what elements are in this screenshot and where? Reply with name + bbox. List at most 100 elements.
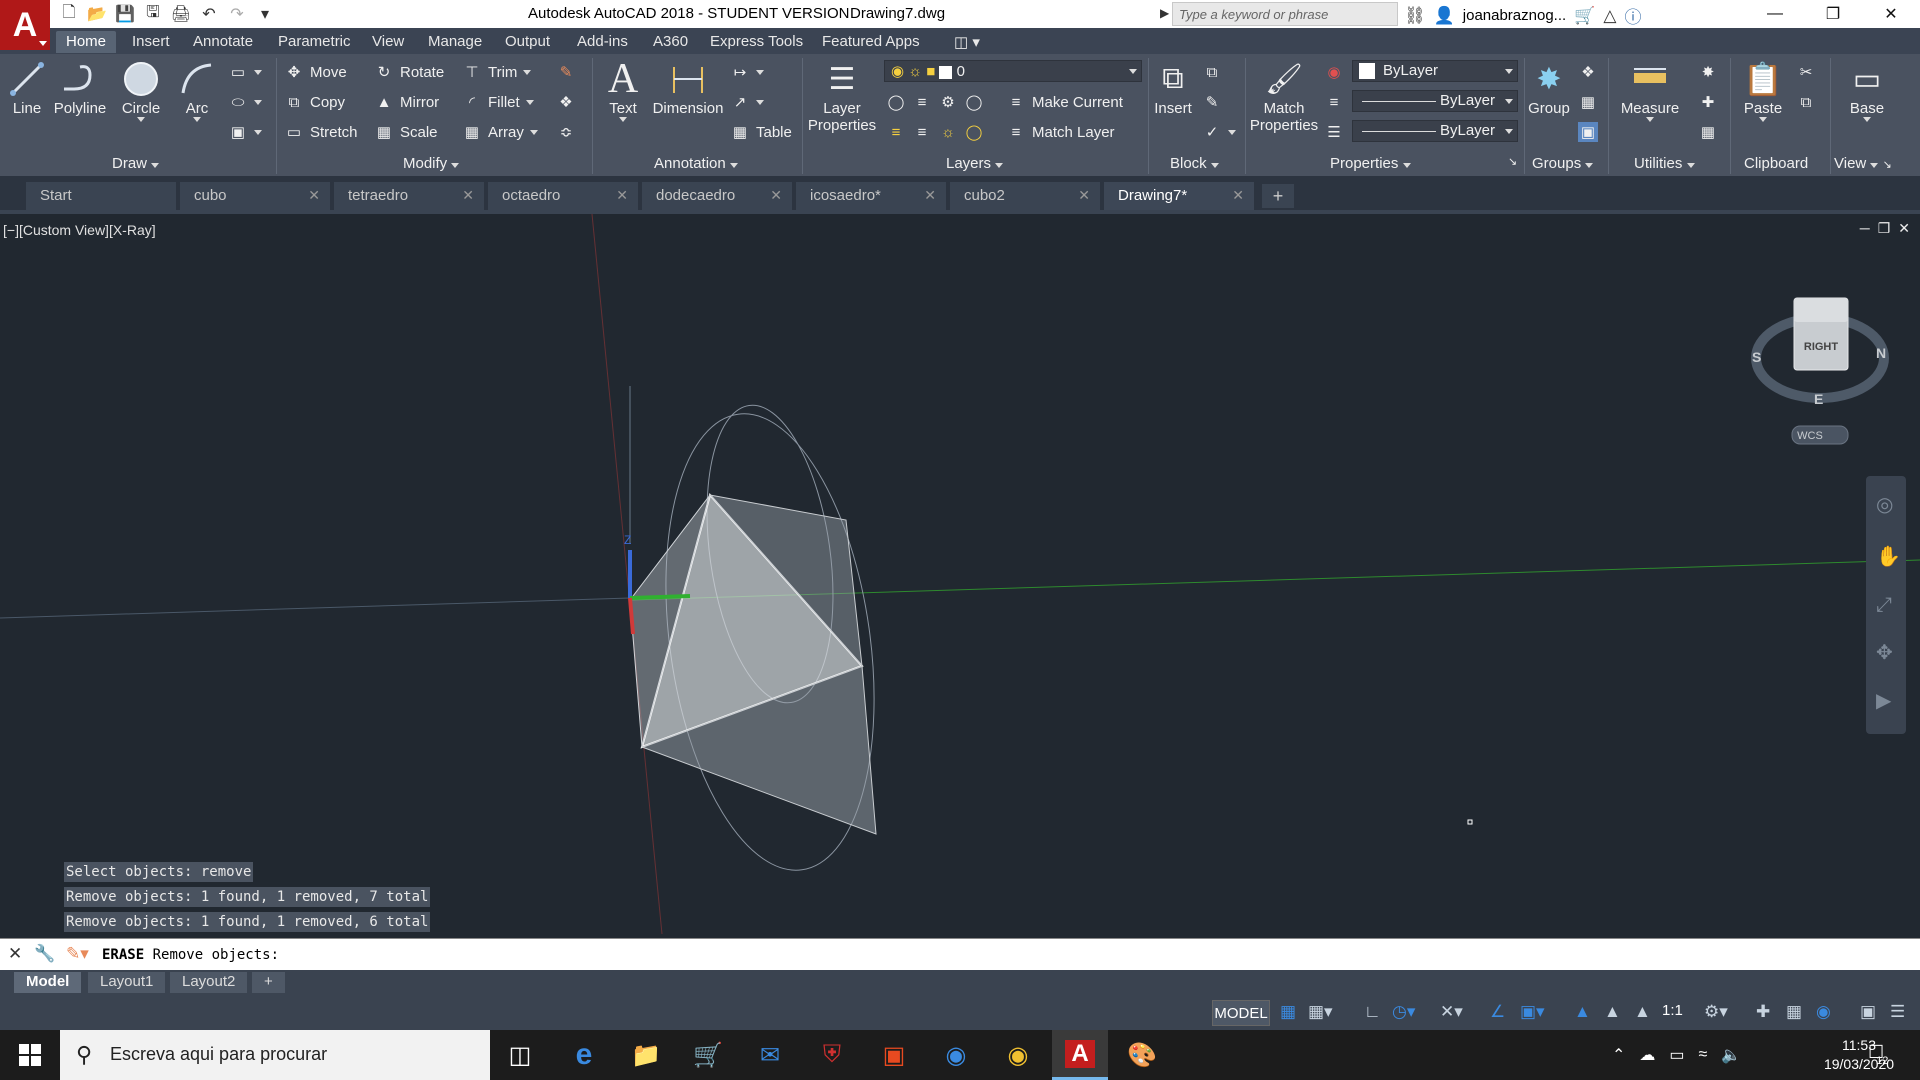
offset-button[interactable]: ≎ xyxy=(556,122,576,142)
help-search-input[interactable]: Type a keyword or phrase xyxy=(1172,2,1398,26)
showmotion-icon[interactable]: ▶ xyxy=(1876,688,1891,713)
arc-dropdown-icon[interactable] xyxy=(193,117,201,122)
edit-block-button[interactable]: ✎ xyxy=(1202,92,1222,112)
close-tab-icon[interactable]: ✕ xyxy=(770,187,782,204)
modify-panel-label[interactable]: Modify xyxy=(403,155,460,175)
tab-annotate[interactable]: Annotate xyxy=(183,31,263,53)
polyline-button[interactable]: Polyline xyxy=(54,58,106,117)
customization-menu-icon[interactable]: ☰ xyxy=(1890,1002,1905,1022)
autodesk-a360-icon[interactable]: △ xyxy=(1603,6,1616,26)
taskbar-search-input[interactable]: ⚲ Escreva aqui para procurar xyxy=(60,1030,490,1080)
mail-icon[interactable]: ✉ xyxy=(742,1030,798,1080)
cart-icon[interactable]: 🛒 xyxy=(1574,6,1595,26)
close-tab-icon[interactable]: ✕ xyxy=(1078,187,1090,204)
task-view-icon[interactable]: ◫ xyxy=(492,1030,548,1080)
paint-icon[interactable]: 🎨 xyxy=(1114,1030,1170,1080)
file-tab-dodecaedro[interactable]: dodecaedro ✕ xyxy=(642,182,792,210)
layout-tab-model[interactable]: Model xyxy=(14,972,82,993)
snap-icon[interactable]: ▦▾ xyxy=(1308,1002,1333,1022)
erase-button[interactable]: ✎ xyxy=(556,62,576,82)
explode-button[interactable]: ❖ xyxy=(556,92,576,112)
viewport-restore-icon[interactable]: ❐ xyxy=(1878,220,1891,237)
file-explorer-icon[interactable]: 📁 xyxy=(618,1030,674,1080)
hatch-button[interactable]: ⬭ xyxy=(228,92,262,112)
file-tab-cubo[interactable]: cubo ✕ xyxy=(180,182,330,210)
close-command-line-icon[interactable]: ✕ xyxy=(8,944,22,964)
close-tab-icon[interactable]: ✕ xyxy=(1232,187,1244,204)
viewport-close-icon[interactable]: ✕ xyxy=(1898,220,1910,237)
layer-tools-row-2[interactable]: ≡ ≡ ☼ ◯ xyxy=(886,122,984,142)
wifi-icon[interactable]: ≈ xyxy=(1699,1046,1708,1064)
zoom-extents-icon[interactable]: ⤢ xyxy=(1876,594,1892,617)
file-tab-cubo2[interactable]: cubo2 ✕ xyxy=(950,182,1100,210)
minimize-window-button[interactable]: — xyxy=(1746,0,1804,28)
fillet-button[interactable]: ◜ Fillet xyxy=(462,92,534,112)
line-button[interactable]: Line xyxy=(6,58,48,117)
annotation-panel-label[interactable]: Annotation xyxy=(654,155,738,175)
calculator-button[interactable]: ▦ xyxy=(1698,122,1718,142)
workspace-gear-icon[interactable]: ⚙▾ xyxy=(1704,1002,1728,1022)
viewcube[interactable]: RIGHT S N E xyxy=(1751,297,1889,407)
windows-start-button[interactable] xyxy=(0,1030,60,1080)
base-view-button[interactable]: ▭ Base xyxy=(1846,58,1888,122)
customize-command-line-icon[interactable]: 🔧 xyxy=(34,944,55,964)
print-icon[interactable]: 🖨 xyxy=(170,3,192,25)
office-icon[interactable]: ▣ xyxy=(866,1030,922,1080)
boundary-button[interactable]: ▣ xyxy=(228,122,262,142)
file-tab-drawing7[interactable]: Drawing7* ✕ xyxy=(1104,182,1254,210)
redo-icon[interactable]: ↷ xyxy=(226,3,248,25)
annotation-scale-icon[interactable]: ▲ xyxy=(1634,1002,1651,1022)
recent-commands-icon[interactable]: ✎▾ xyxy=(66,944,89,964)
add-layout-button[interactable]: + xyxy=(252,972,285,993)
zoom-icon[interactable]: ◉ xyxy=(928,1030,984,1080)
stretch-button[interactable]: ▭ Stretch xyxy=(284,122,358,142)
draw-panel-label[interactable]: Draw xyxy=(112,155,160,175)
close-tab-icon[interactable]: ✕ xyxy=(308,187,320,204)
layer-properties-button[interactable]: ☰ Layer Properties xyxy=(806,58,878,135)
annotation-visibility-icon[interactable]: ▲ xyxy=(1574,1002,1591,1022)
layout-tab-layout2[interactable]: Layout2 xyxy=(170,972,248,993)
rotate-button[interactable]: ↻ Rotate xyxy=(374,62,445,82)
tab-parametric[interactable]: Parametric xyxy=(268,31,361,53)
view-panel-label[interactable]: View ↘ xyxy=(1834,155,1892,175)
onedrive-icon[interactable]: ☁ xyxy=(1639,1045,1655,1065)
help-icon[interactable]: ⓘ xyxy=(1624,3,1641,28)
tab-featured-apps[interactable]: Featured Apps xyxy=(812,31,930,53)
linetype-dropdown[interactable]: ByLayer xyxy=(1352,90,1518,112)
match-layer-button[interactable]: ≡ Match Layer xyxy=(1006,122,1115,142)
create-block-button[interactable]: ⧉ xyxy=(1202,62,1222,82)
grid-icon[interactable]: ▦ xyxy=(1280,1002,1296,1022)
clipboard-panel-label[interactable]: Clipboard xyxy=(1744,155,1808,175)
paste-button[interactable]: 📋 Paste xyxy=(1742,58,1784,122)
groups-panel-label[interactable]: Groups xyxy=(1532,155,1594,175)
tab-a360[interactable]: A360 xyxy=(643,31,698,53)
polar-tracking-icon[interactable]: ◷▾ xyxy=(1392,1002,1415,1022)
scale-button[interactable]: ▦ Scale xyxy=(374,122,438,142)
group-button[interactable]: ✸ Group xyxy=(1526,58,1572,118)
show-hidden-icons-chevron[interactable]: ⌃ xyxy=(1612,1045,1625,1065)
file-tab-icosaedro[interactable]: icosaedro* ✕ xyxy=(796,182,946,210)
tab-view[interactable]: View xyxy=(362,31,414,53)
edge-icon[interactable]: e xyxy=(556,1030,612,1080)
ungroup-button[interactable]: ❖ xyxy=(1578,62,1598,82)
ribbon-options-icon[interactable]: ◫ ▾ xyxy=(948,31,986,53)
tab-home[interactable]: Home xyxy=(56,31,117,53)
microsoft-store-icon[interactable]: 🛒 xyxy=(680,1030,736,1080)
hardware-acceleration-icon[interactable]: ◉ xyxy=(1816,1002,1831,1022)
group-edit-button[interactable]: ▦ xyxy=(1578,92,1598,112)
save-icon[interactable]: 💾 xyxy=(114,3,136,25)
properties-dialog-launcher-icon[interactable]: ↘ xyxy=(1508,155,1517,175)
match-properties-button[interactable]: 🖌 Match Properties xyxy=(1248,58,1320,135)
cut-button[interactable]: ✂ xyxy=(1796,62,1816,82)
new-icon[interactable]: 🗋 xyxy=(58,3,80,25)
battery-icon[interactable]: ▭ xyxy=(1669,1045,1684,1065)
array-button[interactable]: ▦ Array xyxy=(462,122,538,142)
ortho-icon[interactable]: ∟ xyxy=(1364,1002,1381,1022)
close-tab-icon[interactable]: ✕ xyxy=(924,187,936,204)
copy-button[interactable]: ⧉ Copy xyxy=(284,92,345,112)
group-selection-toggle[interactable]: ▣ xyxy=(1578,122,1598,142)
block-panel-label[interactable]: Block xyxy=(1170,155,1219,175)
measure-button[interactable]: Measure xyxy=(1616,58,1684,122)
color-dropdown[interactable]: ByLayer xyxy=(1352,60,1518,82)
model-space-button[interactable]: MODEL xyxy=(1212,1000,1270,1026)
